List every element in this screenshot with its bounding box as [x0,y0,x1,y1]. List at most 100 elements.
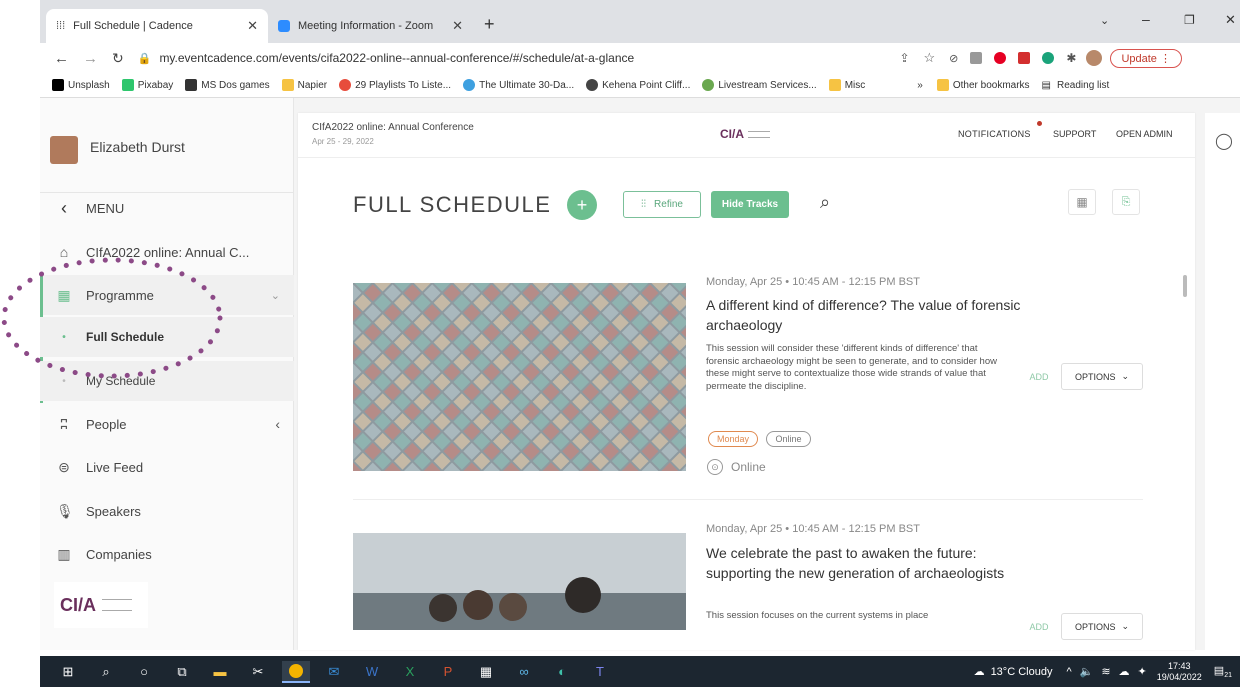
chrome-icon[interactable] [282,660,310,683]
extension-icon[interactable] [1042,52,1055,64]
reload-icon[interactable]: ↻ [112,50,124,67]
bookmark-ms-dos[interactable]: MS Dos games [185,79,270,91]
sidebar-item-speakers[interactable]: 🎙 Speakers [40,491,294,531]
restore-icon[interactable]: ❐ [1184,13,1195,27]
teams-icon[interactable]: T [586,661,614,683]
back-icon[interactable]: ← [54,50,69,67]
app-icon[interactable]: ∞ [510,661,538,683]
bookmark-kehena[interactable]: Kehena Point Cliff... [586,79,690,91]
options-button[interactable]: OPTIONS ⌄ [1061,613,1143,640]
close-icon[interactable]: ✕ [247,18,258,34]
cifa-logo: CI/A [54,582,148,628]
feed-icon: ⊜ [58,458,70,475]
chat-icon[interactable]: ◯ [1215,131,1233,151]
nav-notifications[interactable]: NOTIFICATIONS [958,129,1031,139]
share-icon[interactable]: ⇪ [899,51,909,65]
add-button[interactable]: ADD [1021,616,1057,638]
options-button[interactable]: OPTIONS ⌄ [1061,363,1143,390]
chevron-down-icon[interactable]: ⌄ [1100,14,1109,27]
bookmark-label: 29 Playlists To Liste... [355,79,452,91]
new-tab-icon[interactable]: + [484,14,495,35]
menu-back[interactable]: ‹ MENU [40,188,294,228]
refine-button[interactable]: ⫶⫶ Refine [623,191,701,218]
address-bar-row: ← → ↻ 🔒 my.eventcadence.com/events/cifa2… [40,43,1240,73]
add-button[interactable]: ADD [1021,366,1057,388]
bookmark-livestream[interactable]: Livestream Services... [702,79,817,91]
tag-monday[interactable]: Monday [708,431,759,447]
bookmark-napier[interactable]: Napier [281,79,328,91]
powerpoint-icon[interactable]: P [434,661,462,683]
export-icon[interactable]: ⎘ [1112,189,1140,215]
puzzle-icon[interactable]: ✱ [1066,51,1076,65]
pdf-icon[interactable] [1018,52,1031,64]
nav-open-admin[interactable]: OPEN ADMIN [1116,129,1173,139]
hide-tracks-button[interactable]: Hide Tracks [711,191,789,218]
update-label: Update [1121,52,1157,65]
clock[interactable]: 17:43 19/04/2022 [1157,661,1202,683]
header-logo[interactable]: CI/A [720,127,770,141]
avatar[interactable] [50,136,78,164]
word-icon[interactable]: W [358,661,386,683]
sliders-icon: ⫶⫶ [641,199,647,210]
outlook-icon[interactable]: ✉ [320,661,348,683]
close-window-icon[interactable]: ✕ [1225,12,1236,28]
bookmark-label: Livestream Services... [718,79,817,91]
teams-tray-icon[interactable]: ✦ [1138,665,1147,678]
session-image [353,283,686,471]
minimize-icon[interactable]: – [1142,11,1150,27]
star-icon[interactable]: ☆ [924,50,936,66]
excel-icon[interactable]: X [396,661,424,683]
tab-zoom[interactable]: Meeting Information - Zoom ✕ [268,9,473,43]
snip-icon[interactable]: ✂ [244,661,272,683]
calendar-view-icon[interactable]: ▦ [1068,189,1096,215]
cadence-icon: ⁞⁞⁞ [56,20,66,32]
bookmark-label: Napier [297,79,328,91]
extension-icon[interactable] [970,52,983,64]
chevron-left-icon: ‹ [61,197,67,218]
cortana-icon[interactable]: ○ [130,661,158,683]
calculator-icon[interactable]: ▦ [472,661,500,683]
file-explorer-icon[interactable]: ▬ [206,661,234,683]
task-view-icon[interactable]: ⧉ [168,661,196,683]
onedrive-icon[interactable]: ☁ [1119,665,1130,678]
session-title[interactable]: We celebrate the past to awaken the futu… [706,543,1016,583]
session-title[interactable]: A different kind of difference? The valu… [706,295,1036,335]
bookmark-ultimate[interactable]: The Ultimate 30-Da... [463,79,574,91]
bookmark-playlists[interactable]: 29 Playlists To Liste... [339,79,451,91]
close-icon[interactable]: ✕ [452,18,463,34]
url-field[interactable]: my.eventcadence.com/events/cifa2022-onli… [159,51,859,65]
bookmark-misc[interactable]: Misc [828,79,865,91]
bookmark-unsplash[interactable]: Unsplash [52,79,110,91]
sidebar-item-live-feed[interactable]: ⊜ Live Feed [40,447,294,487]
scrollbar-thumb[interactable] [1183,275,1187,297]
nav-support[interactable]: SUPPORT [1053,129,1096,139]
update-button[interactable]: Update ⋮ [1110,48,1182,68]
extension-icon[interactable]: ⊘ [949,52,958,65]
weather-label[interactable]: 13°C Cloudy [991,666,1053,678]
logo-subtext-lines [102,599,132,611]
search-icon[interactable]: ⌕ [92,661,120,683]
chat-panel: ◯ [1205,113,1240,650]
other-bookmarks[interactable]: Other bookmarks [936,79,1030,91]
bookmark-pixabay[interactable]: Pixabay [121,79,173,91]
sidebar-item-companies[interactable]: ▥ Companies [40,534,294,574]
bookmark-label: Unsplash [68,79,110,91]
sidebar-item-people[interactable]: ʭ People ‹ [40,404,294,444]
tag-online[interactable]: Online [766,431,811,447]
edge-icon[interactable]: ◐ [548,661,576,683]
bookmarks-overflow[interactable]: » [917,80,923,91]
reading-list[interactable]: ▤ Reading list [1042,80,1110,91]
pinterest-icon[interactable] [994,52,1007,64]
profile-avatar[interactable] [1086,50,1103,66]
search-icon[interactable]: ⌕ [820,192,830,213]
windows-icon[interactable]: ⊞ [54,661,82,683]
add-session-button[interactable]: + [567,190,597,220]
tray-chevron-icon[interactable]: ^ [1066,666,1071,678]
tab-full-schedule[interactable]: ⁞⁞⁞ Full Schedule | Cadence ✕ [46,9,268,43]
chevron-down-icon: ⌄ [1121,371,1130,381]
wifi-icon[interactable]: ≋ [1101,665,1110,678]
volume-icon[interactable]: 🔈 [1080,665,1094,678]
notification-icon[interactable]: ▤21 [1214,664,1232,679]
notification-count: 21 [1224,672,1232,680]
forward-icon[interactable]: → [83,50,98,67]
